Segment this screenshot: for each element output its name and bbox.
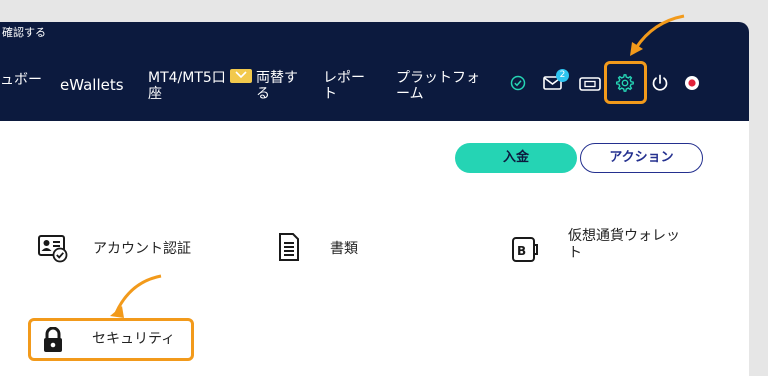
nav-item-platforms[interactable]: プラットフォ ーム xyxy=(396,70,480,102)
nav-item-exchange[interactable]: 両替する xyxy=(256,70,298,102)
menu-security[interactable]: セキュリティ xyxy=(92,331,175,348)
pointer-arrow-icon xyxy=(630,14,685,56)
menu-documents[interactable]: 書類 xyxy=(330,241,358,258)
power-icon[interactable] xyxy=(650,73,670,93)
nav-item-reports[interactable]: レポート xyxy=(323,70,365,102)
deposit-button[interactable]: 入金 xyxy=(455,143,577,173)
notice-badge-icon[interactable] xyxy=(230,69,252,83)
app-window: 確認する ュボー eWallets MT4/MT5口座 両替する レポート プラ… xyxy=(0,22,749,376)
gear-icon[interactable] xyxy=(615,73,635,93)
check-circle-icon[interactable] xyxy=(510,75,526,91)
notification-count-badge: 2 xyxy=(556,69,569,82)
menu-account-verification[interactable]: アカウント認証 xyxy=(93,241,191,258)
banner-text: 確認する xyxy=(2,26,46,39)
svg-text:B: B xyxy=(517,244,526,258)
action-button[interactable]: アクション xyxy=(580,143,703,173)
lock-icon[interactable] xyxy=(42,327,64,353)
ticket-icon[interactable] xyxy=(579,77,601,91)
nav-item-dashboard[interactable]: ュボー xyxy=(0,72,42,88)
pointer-arrow-icon xyxy=(110,274,162,318)
flag-icon[interactable] xyxy=(684,75,700,91)
main-content: 入金 アクション アカウント認証 書類 B 仮想通貨ウォレット セキュリティ xyxy=(0,121,749,376)
document-icon xyxy=(279,233,299,261)
nav-item-ewallets[interactable]: eWallets xyxy=(60,77,124,93)
nav-item-mt4-mt5[interactable]: MT4/MT5口座 xyxy=(148,70,226,102)
crypto-wallet-icon: B xyxy=(512,237,538,262)
id-card-check-icon xyxy=(38,235,68,263)
menu-crypto-wallet[interactable]: 仮想通貨ウォレット xyxy=(568,228,680,262)
